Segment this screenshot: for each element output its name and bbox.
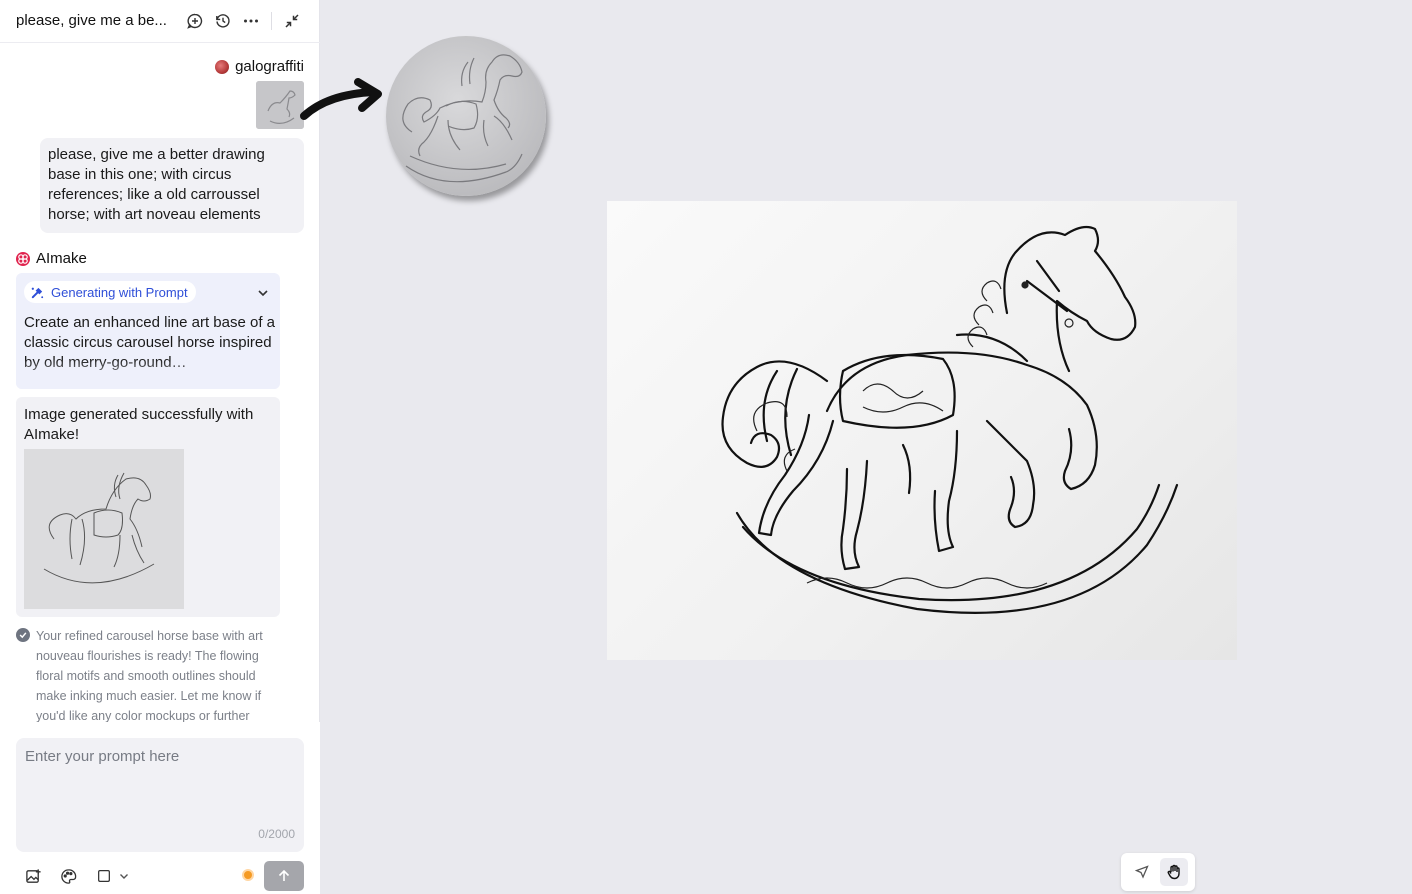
chat-messages[interactable]: galograffiti please, give me a better dr… <box>0 44 320 722</box>
prompt-fade <box>16 359 280 389</box>
select-tool-button[interactable] <box>1128 858 1156 886</box>
credits-coin-icon[interactable] <box>242 869 254 881</box>
canvas-view-tools <box>1121 853 1195 891</box>
original-sketch-badge[interactable] <box>386 36 546 196</box>
header-divider <box>271 12 272 30</box>
bot-message-header: AImake <box>16 250 87 267</box>
result-card: Image generated successfully with AImake… <box>16 397 280 617</box>
composer: 0/2000 <box>0 722 320 894</box>
bot-name: AImake <box>36 250 87 267</box>
generating-status-label: Generating with Prompt <box>51 284 188 300</box>
user-avatar <box>215 59 230 74</box>
panel-header: please, give me a be... <box>0 0 320 43</box>
square-ratio-icon <box>98 870 110 882</box>
palette-icon[interactable] <box>59 866 77 886</box>
carousel-horse-drawing <box>721 225 1179 614</box>
add-image-icon[interactable] <box>24 866 42 886</box>
result-text: Image generated successfully with AImake… <box>24 406 254 443</box>
aspect-ratio-select[interactable] <box>95 866 131 886</box>
cursor-arrow-icon <box>1134 865 1149 879</box>
chevron-down-icon[interactable] <box>256 286 270 300</box>
char-counter: 0/2000 <box>258 827 295 841</box>
hand-icon <box>1167 864 1180 880</box>
new-chat-icon[interactable] <box>185 11 205 31</box>
annotation-arrow <box>300 78 382 120</box>
magic-brush-icon <box>31 287 44 298</box>
chat-title: please, give me a be... <box>16 12 167 29</box>
history-icon[interactable] <box>213 11 233 31</box>
aimake-logo-icon <box>16 251 30 266</box>
chevron-down-icon <box>120 874 128 879</box>
prompt-card[interactable]: Generating with Prompt Create an enhance… <box>16 273 280 389</box>
generated-image-thumbnail[interactable] <box>24 449 184 609</box>
check-circle-icon <box>16 628 30 642</box>
assistant-note-text: Your refined carousel horse base with ar… <box>36 629 263 722</box>
generating-status-badge: Generating with Prompt <box>24 281 196 303</box>
send-button[interactable] <box>264 861 304 891</box>
user-message-bubble: please, give me a better drawing base in… <box>40 138 304 233</box>
more-icon[interactable] <box>241 11 261 31</box>
arrow-up-icon <box>278 869 290 881</box>
generated-artwork[interactable] <box>607 201 1237 660</box>
user-name: galograffiti <box>235 58 304 75</box>
user-message-header: galograffiti <box>215 58 304 75</box>
collapse-icon[interactable] <box>282 11 302 31</box>
chat-panel: please, give me a be... galograffiti ple… <box>0 0 320 894</box>
hand-tool-button[interactable] <box>1160 858 1188 886</box>
